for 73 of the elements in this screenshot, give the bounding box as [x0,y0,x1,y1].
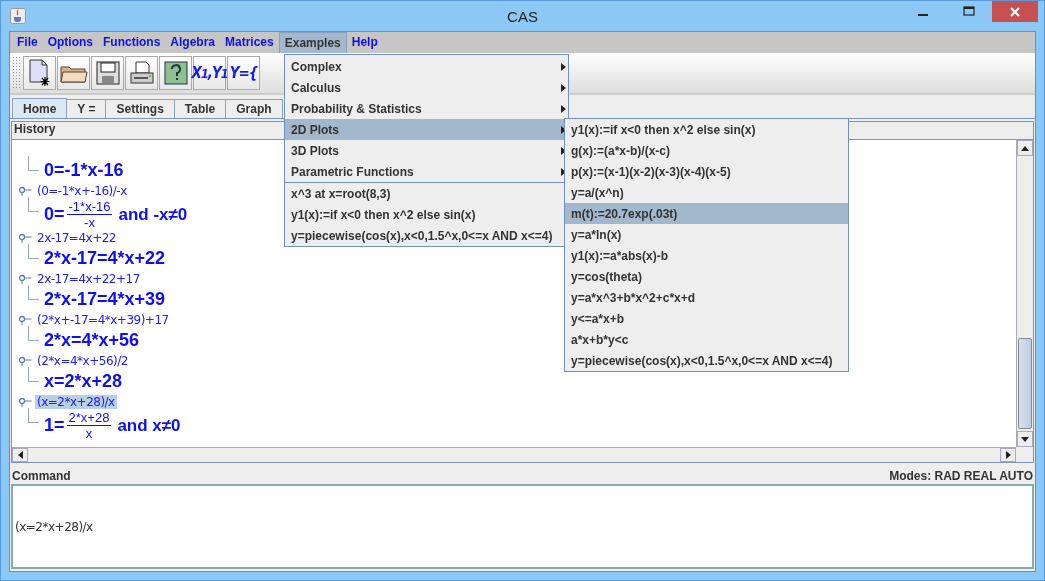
tree-node-icon[interactable] [18,233,32,243]
close-button[interactable] [992,1,1038,22]
menu-item[interactable]: y=a/(x^n) [565,182,848,203]
math-result: 2*x-17=4*x+22 [44,248,166,269]
menu-item[interactable]: Examples [278,32,347,53]
open-button[interactable] [57,56,90,90]
menu-item[interactable]: Calculus [285,77,568,98]
horizontal-scrollbar[interactable] [12,447,1016,462]
java-cup-icon [10,8,26,24]
window-title: CAS [507,7,538,25]
history-input[interactable]: (x=2*x+28)/x [35,395,117,409]
menu-item[interactable]: File [12,32,43,53]
menu-item[interactable]: Options [42,32,98,53]
menu-item[interactable]: y=a*x^3+b*x^2+c*x+d [565,287,848,308]
fraction-numerator: -1*x-16 [66,199,113,215]
menu-item[interactable]: y<=a*x+b [565,308,848,329]
menu-item[interactable]: m(t):=20.7exp(.03t) [565,203,848,224]
menu-item[interactable]: y=piecewise(cos(x),x<0,1.5^x,0<=x AND x<=4) [285,225,568,246]
print-button[interactable] [125,56,158,90]
folder-icon [59,63,88,83]
tree-node-icon[interactable] [18,274,32,284]
tab[interactable]: Graph [225,99,283,118]
tree-node-icon[interactable] [18,186,32,196]
math-condition: and x≠0 [117,415,181,436]
math-condition: and -x≠0 [118,204,188,225]
history-input[interactable]: (0=-1*x+-16)/-x [35,184,129,198]
math-result-lhs: 0= [44,204,65,225]
panel-title: Command [12,469,71,483]
menu-item[interactable]: Algebra [165,32,220,53]
menu-item[interactable]: y1(x):=a*abs(x)-b [565,245,848,266]
help-icon [163,61,188,85]
help-button[interactable] [159,56,192,90]
menu-item[interactable]: p(x):=(x-1)(x-2)(x-3)(x-4)(x-5) [565,161,848,182]
history-input[interactable]: (2*x+-17=4*x+39)+17 [35,313,171,327]
panel-title: History [14,122,56,136]
fraction-denominator: x [85,426,93,441]
tab[interactable]: Home [12,98,68,118]
toolbar-grip[interactable] [12,56,20,90]
history-input[interactable]: 2x-17=4x+22 [35,231,118,245]
fraction-denominator: -x [84,215,95,230]
menu-item[interactable]: Functions [98,32,166,53]
history-input[interactable]: (2*x=4*x+56)/2 [35,354,130,368]
menu-item[interactable]: a*x+b*y<c [565,329,848,350]
math-result-lhs: 1= [44,415,65,436]
tab[interactable]: Settings [105,99,175,118]
new-document-icon [27,59,52,87]
tree-node-icon[interactable] [18,315,32,325]
menu-item[interactable]: Help [346,32,383,53]
math-result: 2*x=4*x+56 [44,330,140,351]
tree-node-icon[interactable] [18,397,32,407]
printer-icon [128,61,155,85]
menu-item[interactable]: y=piecewise(cos(x),x<0,1.5^x,0<=x AND x<=4) [565,350,848,371]
tree-node-icon[interactable] [18,356,32,366]
menu-item[interactable]: Matrices [220,32,279,53]
modes-label: Modes: RAD REAL AUTO [889,469,1033,483]
math-result: 0=-1*x-16 [44,160,124,181]
vertical-scrollbar[interactable] [1016,140,1033,447]
menu-item[interactable]: Probability & Statistics [285,98,568,119]
menu-item[interactable]: Complex [285,56,568,77]
menu-item[interactable]: y1(x):=if x<0 then x^2 else sin(x) [565,119,848,140]
menu-item[interactable]: x^3 at x=root(8,3) [285,183,568,204]
fraction-numerator: 2*x+28 [66,410,112,426]
menu-item[interactable]: y=a*ln(x) [565,224,848,245]
new-button[interactable] [23,56,56,90]
menu-item[interactable]: y=cos(theta) [565,266,848,287]
math-result: x=2*x+28 [44,371,123,392]
history-input[interactable]: 2x-17=4x+22+17 [35,272,142,286]
menu-item[interactable]: y1(x):=if x<0 then x^2 else sin(x) [285,204,568,225]
save-button[interactable] [91,56,124,90]
menu-item[interactable]: g(x):=(a*x-b)/(x-c) [565,140,848,161]
toolbar-button[interactable]: Y={ [227,56,260,90]
math-result: 2*x-17=4*x+39 [44,289,166,310]
command-input[interactable]: (x=2*x+28)/x [11,484,1034,569]
